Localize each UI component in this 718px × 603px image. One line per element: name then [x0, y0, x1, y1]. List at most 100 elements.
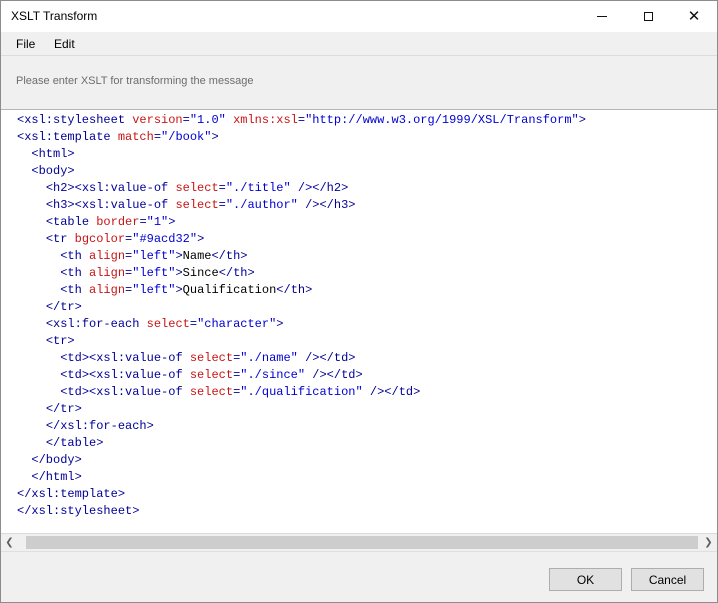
- code-token: >: [578, 113, 586, 127]
- code-line: <th align="left">Name</th>: [17, 248, 586, 265]
- code-line: <tr bgcolor="#9acd32">: [17, 231, 586, 248]
- code-line: <xsl:for-each select="character">: [17, 316, 586, 333]
- menu-file[interactable]: File: [16, 37, 35, 51]
- close-button[interactable]: ✕: [671, 1, 717, 32]
- code-token: </html>: [31, 470, 82, 484]
- scroll-right-button[interactable]: ❯: [700, 534, 717, 551]
- code-token: <td><xsl:value-of: [60, 351, 190, 365]
- code-token: =: [139, 215, 147, 229]
- code-token: </table>: [45, 436, 104, 450]
- code-token: <xsl:for-each: [45, 317, 147, 331]
- code-token: select: [189, 385, 234, 399]
- code-token: </th>: [276, 283, 313, 297]
- chevron-right-icon: ❯: [704, 537, 713, 548]
- code-token: =: [182, 113, 190, 127]
- code-token: "/book": [161, 130, 212, 144]
- close-icon: ✕: [687, 7, 701, 25]
- code-token: <td><xsl:value-of: [60, 368, 190, 382]
- code-line: <h3><xsl:value-of select="./author" /></…: [17, 197, 586, 214]
- code-line: <th align="left">Qualification</th>: [17, 282, 586, 299]
- chevron-left-icon: ❮: [5, 537, 14, 548]
- code-token: <xsl:stylesheet: [17, 113, 133, 127]
- code-token: <td><xsl:value-of: [60, 385, 190, 399]
- code-line: </html>: [17, 469, 586, 486]
- title-bar: XSLT Transform ✕: [1, 1, 717, 32]
- code-token: "./title": [225, 181, 291, 195]
- prompt-area: Please enter XSLT for transforming the m…: [1, 55, 717, 110]
- code-token: border: [96, 215, 140, 229]
- xslt-transform-dialog: XSLT Transform ✕ File Edit Please enter …: [0, 0, 718, 603]
- code-token: select: [175, 198, 219, 212]
- menu-edit[interactable]: Edit: [54, 37, 75, 51]
- code-token: "1": [146, 215, 169, 229]
- code-line: </body>: [17, 452, 586, 469]
- code-token: </th>: [218, 266, 255, 280]
- minimize-button[interactable]: [579, 1, 625, 32]
- minimize-icon: [597, 16, 607, 17]
- code-token: >: [175, 249, 183, 263]
- code-token: <th: [60, 283, 90, 297]
- maximize-button[interactable]: [625, 1, 671, 32]
- ok-button[interactable]: OK: [549, 568, 622, 591]
- code-token: >: [197, 232, 205, 246]
- code-token: <body>: [31, 164, 75, 178]
- code-line: <table border="1">: [17, 214, 586, 231]
- prompt-text: Please enter XSLT for transforming the m…: [16, 75, 254, 87]
- code-token: =: [189, 317, 198, 331]
- code-line: <tr>: [17, 333, 586, 350]
- code-token: version: [132, 113, 183, 127]
- code-token: select: [175, 181, 219, 195]
- code-token: <tr: [45, 232, 75, 246]
- code-token: =: [153, 130, 162, 144]
- code-token: =: [218, 181, 226, 195]
- maximize-icon: [643, 12, 653, 21]
- xslt-editor[interactable]: <xsl:stylesheet version="1.0" xmlns:xsl=…: [1, 109, 717, 534]
- code-token: </tr>: [45, 300, 82, 314]
- code-token: align: [89, 283, 126, 297]
- code-token: Since: [182, 266, 219, 280]
- code-token: </th>: [211, 249, 248, 263]
- code-line: <xsl:template match="/book">: [17, 129, 586, 146]
- code-token: /></td>: [362, 385, 421, 399]
- horizontal-scrollbar[interactable]: ❮ ❯: [1, 533, 717, 551]
- code-token: <tr>: [45, 334, 75, 348]
- code-line: <xsl:stylesheet version="1.0" xmlns:xsl=…: [17, 112, 586, 129]
- code-token: "#9acd32": [132, 232, 198, 246]
- code-token: /></h3>: [297, 198, 356, 212]
- code-token: select: [189, 368, 234, 382]
- code-token: <h2><xsl:value-of: [45, 181, 176, 195]
- dialog-footer: OK Cancel: [1, 551, 717, 602]
- scroll-thumb[interactable]: [26, 536, 698, 549]
- code-token: <th: [60, 249, 90, 263]
- scroll-left-button[interactable]: ❮: [1, 534, 18, 551]
- code-token: match: [117, 130, 154, 144]
- code-token: </tr>: [45, 402, 82, 416]
- cancel-button[interactable]: Cancel: [631, 568, 704, 591]
- code-token: >: [168, 215, 176, 229]
- code-token: "left": [132, 266, 176, 280]
- window-title: XSLT Transform: [11, 9, 98, 23]
- code-token: "./qualification": [240, 385, 363, 399]
- code-line: <td><xsl:value-of select="./qualificatio…: [17, 384, 586, 401]
- code-line: </table>: [17, 435, 586, 452]
- code-token: =: [218, 198, 226, 212]
- code-token: "./name": [240, 351, 298, 365]
- code-token: <html>: [31, 147, 75, 161]
- code-token: "left": [132, 283, 176, 297]
- code-line: </tr>: [17, 299, 586, 316]
- code-token: <table: [45, 215, 97, 229]
